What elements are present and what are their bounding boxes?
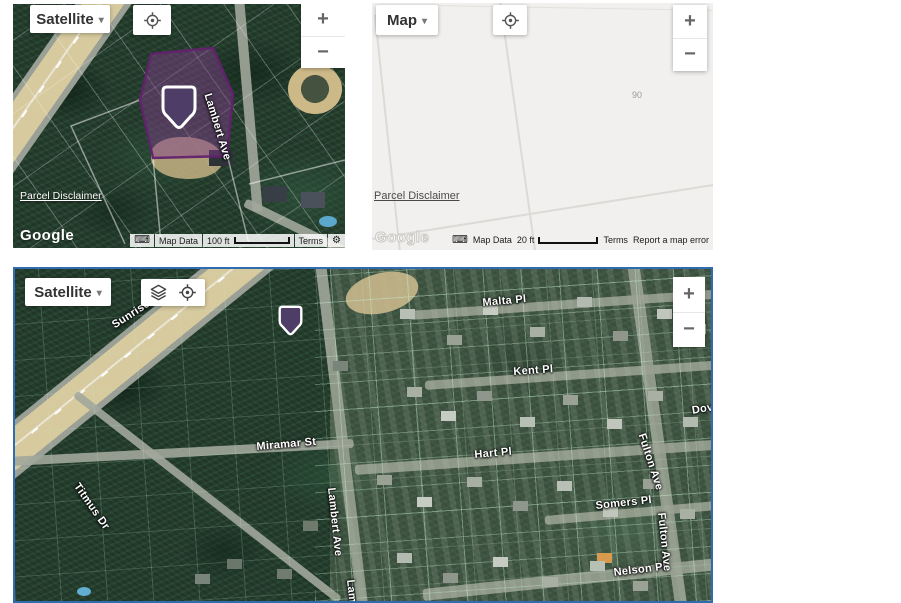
parcel-disclaimer-link[interactable]: Parcel Disclaimer <box>20 190 102 202</box>
map-type-label: Satellite <box>36 11 94 28</box>
crosshair-icon <box>501 11 520 30</box>
zoom-in-button[interactable]: + <box>673 5 707 38</box>
map-data-label: Map Data <box>473 235 512 245</box>
scale-control[interactable]: 100 ft <box>203 234 294 247</box>
scale-label: 100 ft <box>207 236 230 246</box>
parcel-line <box>374 15 402 250</box>
keyboard-shortcuts-button[interactable]: ⌨ <box>452 236 468 245</box>
keyboard-shortcuts-button[interactable]: ⌨ <box>130 234 154 247</box>
terms-link[interactable]: Terms <box>603 235 628 245</box>
zoom-out-button[interactable]: − <box>673 312 705 348</box>
crosshair-icon <box>143 11 162 30</box>
layers-icon[interactable] <box>149 283 168 302</box>
zoom-in-button[interactable]: + <box>673 277 705 312</box>
google-logo[interactable]: Google <box>375 229 429 246</box>
crosshair-icon[interactable] <box>178 283 197 302</box>
dropdown-arrow-icon: ▾ <box>422 16 427 27</box>
scale-label: 20 ft <box>517 235 535 245</box>
parcel-disclaimer-link[interactable]: Parcel Disclaimer <box>374 190 460 202</box>
terms-link[interactable]: Terms <box>295 234 328 247</box>
parcel-satellite-map[interactable]: Lambert Ave Satellite ▾ + − Parcel Discl… <box>13 4 345 248</box>
parcel-plat-map[interactable]: 90 Map ▾ + − Parcel Disclaimer Google ⌨ … <box>372 3 713 250</box>
residential-area <box>330 269 711 601</box>
gear-icon: ⚙ <box>332 236 341 245</box>
dropdown-arrow-icon: ▾ <box>97 288 102 299</box>
keyboard-icon: ⌨ <box>452 236 468 245</box>
property-pin[interactable] <box>277 303 304 344</box>
zoom-out-button[interactable]: − <box>673 38 707 72</box>
keyboard-icon: ⌨ <box>134 236 150 245</box>
area-satellite-map[interactable]: Sunrise Hwy Malta Pl Kent Pl Miramar St … <box>13 267 713 603</box>
property-pin[interactable] <box>159 82 199 139</box>
map-data-label: Map Data <box>155 234 202 247</box>
my-location-button[interactable] <box>133 5 171 35</box>
map-type-button[interactable]: Satellite ▾ <box>30 5 110 33</box>
lot-number-label: 90 <box>632 90 642 100</box>
map-type-button[interactable]: Satellite ▾ <box>25 278 111 306</box>
layers-location-toolbar <box>141 279 205 306</box>
scale-control[interactable]: 20 ft <box>517 235 599 245</box>
zoom-out-button[interactable]: − <box>301 36 345 69</box>
scale-bar <box>538 237 598 244</box>
my-location-button[interactable] <box>493 5 527 35</box>
map-type-button[interactable]: Map ▾ <box>376 5 438 35</box>
dropdown-arrow-icon: ▾ <box>99 15 104 26</box>
report-map-error-link[interactable]: Report a map error <box>633 235 709 245</box>
map-type-label: Map <box>387 12 417 29</box>
swimming-pool <box>77 587 91 596</box>
scale-bar <box>234 237 290 244</box>
google-logo[interactable]: Google <box>20 227 74 244</box>
settings-button[interactable]: ⚙ <box>328 234 345 247</box>
parcel-line <box>432 5 713 11</box>
zoom-in-button[interactable]: + <box>301 4 345 36</box>
map-type-label: Satellite <box>34 284 92 301</box>
